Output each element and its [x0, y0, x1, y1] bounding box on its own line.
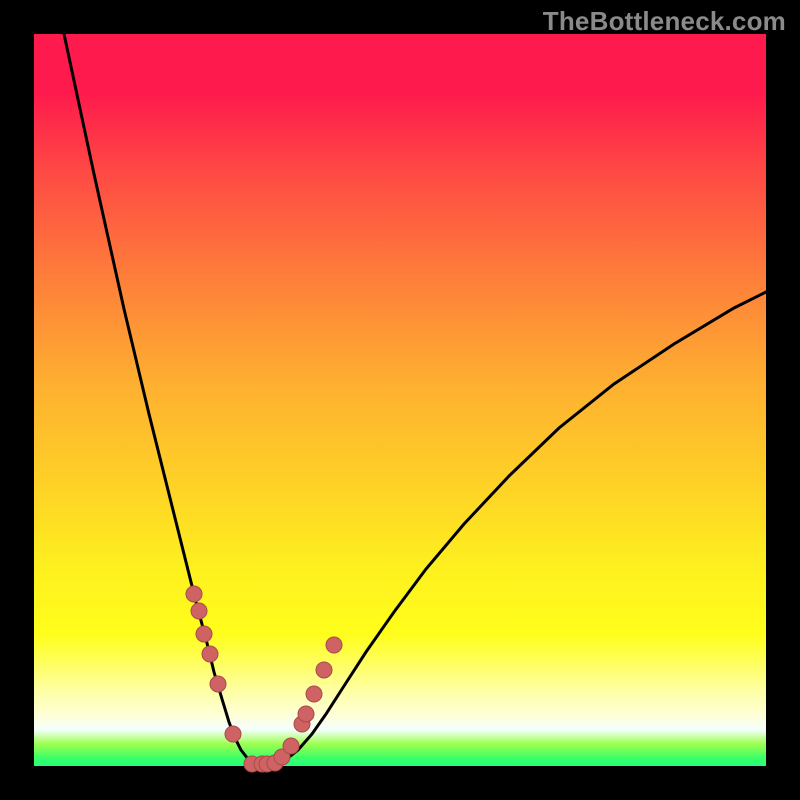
marker-dot	[196, 626, 212, 642]
marker-dot	[326, 637, 342, 653]
marker-dot	[298, 706, 314, 722]
outer-frame: TheBottleneck.com	[0, 0, 800, 800]
marker-dot	[202, 646, 218, 662]
marker-dot	[306, 686, 322, 702]
marker-dot	[283, 738, 299, 754]
marker-dot	[316, 662, 332, 678]
marker-dot	[225, 726, 241, 742]
bottleneck-curve	[64, 34, 766, 766]
marker-dot	[186, 586, 202, 602]
marker-dot	[191, 603, 207, 619]
marker-dot	[210, 676, 226, 692]
watermark-text: TheBottleneck.com	[543, 6, 786, 37]
chart-svg	[34, 34, 766, 766]
marker-group	[186, 586, 342, 772]
